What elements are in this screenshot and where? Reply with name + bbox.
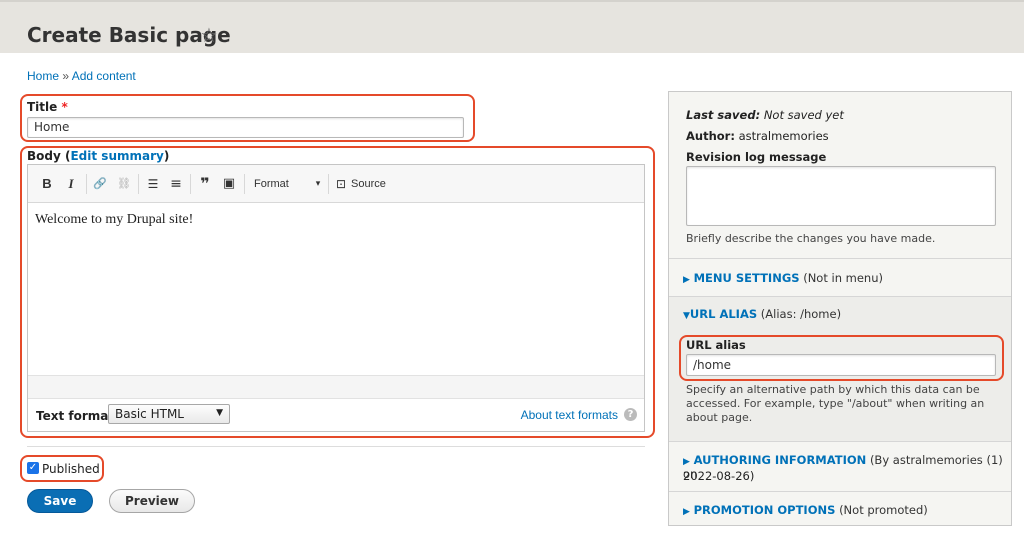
bullet-list-icon[interactable]: ☰ — [145, 175, 161, 193]
url-alias-section: ▼URL ALIAS (Alias: /home) URL alias /hom… — [669, 297, 1011, 442]
url-alias-description-line: about page. — [686, 411, 753, 424]
last-saved-label: Last saved: — [686, 108, 761, 122]
chevron-right-icon: ▶ — [683, 275, 690, 285]
text-format-select[interactable]: Basic HTML ▼ — [108, 404, 230, 424]
author-line: Author: astralmemories — [686, 129, 829, 143]
url-alias-description-line: Specify an alternative path by which thi… — [686, 383, 980, 396]
title-label-text: Title — [27, 100, 58, 114]
editor-content[interactable]: Welcome to my Drupal site! — [28, 203, 644, 375]
last-saved: Last saved: Not saved yet — [686, 108, 844, 122]
promotion-status: (Not promoted) — [839, 503, 928, 517]
rich-text-editor: B I 🔗 ⛓ ☰ ≡ ❞ ▣ Format ▾ ⊡ Source Welcom… — [27, 164, 645, 432]
menu-settings-title[interactable]: MENU SETTINGS — [694, 271, 800, 285]
menu-settings-section[interactable]: ▶ MENU SETTINGS (Not in menu) — [669, 259, 1011, 297]
toolbar-divider — [190, 174, 191, 194]
menu-settings-summary[interactable]: ▶ MENU SETTINGS (Not in menu) — [683, 271, 883, 285]
source-button[interactable]: Source — [351, 175, 391, 193]
url-alias-status: (Alias: /home) — [760, 307, 842, 321]
format-dropdown[interactable]: Format — [254, 175, 294, 193]
bold-button[interactable]: B — [40, 175, 54, 193]
body-label-text: Body — [27, 149, 61, 163]
star-icon[interactable]: ☆ — [200, 23, 218, 47]
body-label: Body (Edit summary) — [27, 149, 169, 163]
authoring-title[interactable]: AUTHORING INFORMATION — [694, 453, 867, 467]
italic-button[interactable]: I — [64, 175, 78, 193]
help-icon[interactable]: ? — [624, 408, 637, 421]
breadcrumb-separator: » — [62, 69, 70, 83]
published-checkbox[interactable]: ✓ — [27, 462, 39, 474]
url-alias-summary[interactable]: ▼URL ALIAS (Alias: /home) — [683, 307, 841, 321]
editor-toolbar: B I 🔗 ⛓ ☰ ≡ ❞ ▣ Format ▾ ⊡ Source — [28, 165, 644, 203]
text-format-selected: Basic HTML — [115, 407, 184, 421]
edit-summary-link[interactable]: Edit summary — [70, 149, 163, 163]
save-button[interactable]: Save — [27, 489, 93, 513]
breadcrumb-home-link[interactable]: Home — [27, 69, 59, 83]
author-value: astralmemories — [738, 129, 829, 143]
text-format-label: Text format — [36, 409, 115, 423]
chevron-right-icon: ▶ — [683, 507, 690, 517]
link-icon[interactable]: 🔗 — [92, 175, 108, 193]
revision-log-description: Briefly describe the changes you have ma… — [686, 232, 936, 245]
author-label: Author: — [686, 129, 735, 143]
published-label: Published — [42, 462, 100, 476]
toolbar-divider — [86, 174, 87, 194]
sidebar-meta-section: Last saved: Not saved yet Author: astral… — [669, 92, 1011, 259]
last-saved-value: Not saved yet — [763, 108, 844, 122]
numbered-list-icon[interactable]: ≡ — [168, 175, 184, 193]
toolbar-divider — [328, 174, 329, 194]
url-alias-label: URL alias — [686, 338, 746, 352]
revision-log-textarea[interactable] — [686, 166, 996, 226]
required-marker: * — [61, 100, 68, 114]
breadcrumb: Home » Add content — [27, 69, 136, 83]
toolbar-divider — [244, 174, 245, 194]
dropdown-arrow-icon: ▼ — [216, 408, 223, 418]
promotion-title[interactable]: PROMOTION OPTIONS — [694, 503, 836, 517]
toolbar-divider — [138, 174, 139, 194]
promotion-options-section[interactable]: ▶ PROMOTION OPTIONS (Not promoted) — [669, 492, 1011, 526]
url-alias-title[interactable]: URL ALIAS — [690, 307, 757, 321]
body-paren-close: ) — [163, 149, 170, 163]
unlink-icon[interactable]: ⛓ — [116, 175, 132, 193]
authoring-information-section[interactable]: ▶ AUTHORING INFORMATION (By astralmemori… — [669, 442, 1011, 492]
url-alias-input[interactable]: /home — [686, 354, 996, 376]
revision-log-label: Revision log message — [686, 150, 827, 164]
chevron-right-icon: ▶ — [683, 457, 690, 467]
about-text-formats-link[interactable]: About text formats — [521, 408, 618, 422]
chevron-down-icon: ▼ — [683, 311, 690, 321]
promotion-summary[interactable]: ▶ PROMOTION OPTIONS (Not promoted) — [683, 503, 928, 517]
breadcrumb-add-content-link[interactable]: Add content — [72, 69, 136, 83]
text-format-row: Text format Basic HTML ▼ About text form… — [28, 399, 644, 433]
title-label: Title * — [27, 100, 68, 114]
menu-settings-status: (Not in menu) — [803, 271, 883, 285]
preview-button[interactable]: Preview — [109, 489, 195, 513]
source-icon[interactable]: ⊡ — [334, 175, 348, 193]
sidebar: Last saved: Not saved yet Author: astral… — [668, 91, 1012, 526]
authoring-status-date: 2022-08-26) — [683, 469, 755, 483]
editor-status-bar — [28, 375, 644, 399]
blockquote-icon[interactable]: ❞ — [196, 175, 214, 193]
image-icon[interactable]: ▣ — [221, 175, 237, 193]
chevron-down-icon[interactable]: ▾ — [313, 175, 323, 193]
title-input[interactable]: Home — [27, 117, 464, 138]
url-alias-description-line: accessed. For example, type "/about" whe… — [686, 397, 985, 410]
divider — [27, 446, 645, 447]
